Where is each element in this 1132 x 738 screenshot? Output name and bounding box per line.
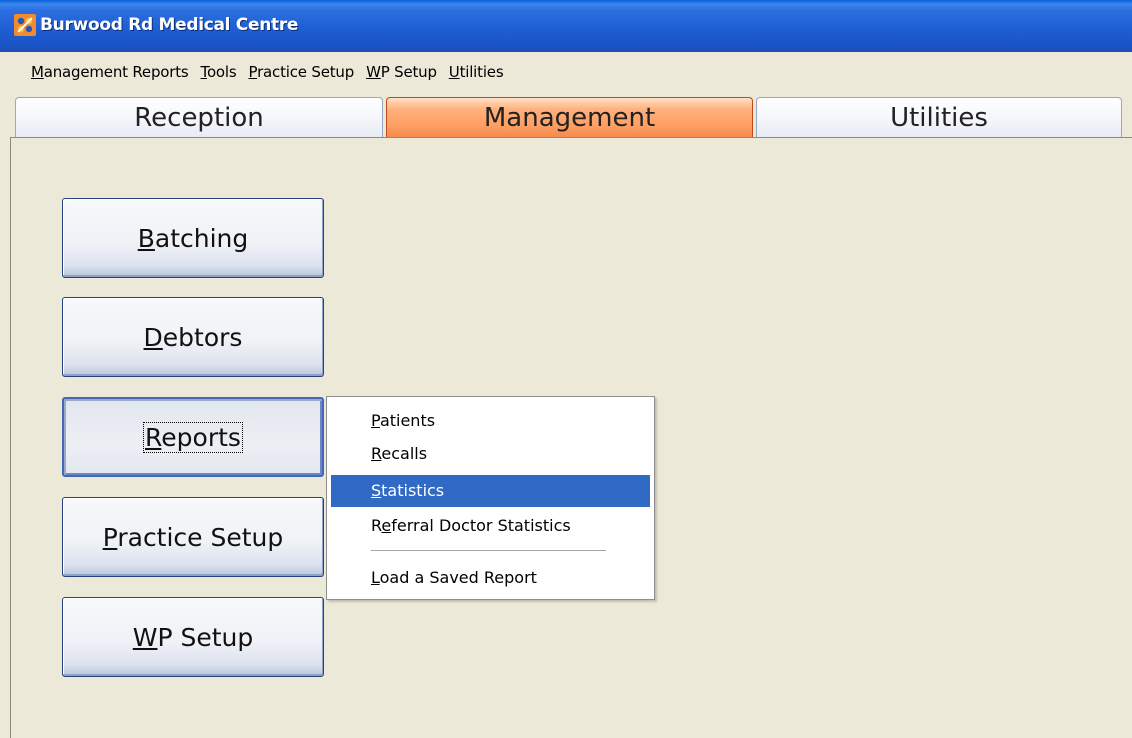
popup-item-recalls[interactable]: Recalls (331, 438, 650, 470)
tab-utilities[interactable]: Utilities (756, 97, 1122, 137)
popup-item-patients[interactable]: Patients (331, 405, 650, 437)
tab-reception[interactable]: Reception (15, 97, 383, 137)
title-bar[interactable]: Burwood Rd Medical Centre (0, 0, 1132, 52)
app-window: Burwood Rd Medical Centre Management Rep… (0, 0, 1132, 738)
popup-item-statistics[interactable]: Statistics (331, 475, 650, 507)
reports-button-label: Reports (143, 421, 243, 453)
reports-popup-menu: Patients Recalls Statistics Referral Doc… (326, 396, 655, 600)
reports-button[interactable]: Reports (62, 397, 324, 477)
debtors-button[interactable]: Debtors (62, 297, 324, 377)
menu-bar: Management Reports Tools Practice Setup … (0, 52, 1132, 92)
practice-setup-button-label: Practice Setup (102, 522, 284, 552)
batching-button-label: Batching (137, 223, 249, 253)
popup-separator (371, 550, 606, 551)
menu-management-reports[interactable]: Management Reports (25, 63, 195, 81)
tab-management-label: Management (483, 102, 656, 133)
tab-utilities-label: Utilities (890, 102, 988, 133)
tab-reception-label: Reception (134, 102, 264, 133)
wp-setup-button-label: WP Setup (132, 622, 254, 652)
batching-button[interactable]: Batching (62, 198, 324, 278)
tab-management[interactable]: Management (386, 97, 753, 137)
menu-tools[interactable]: Tools (195, 63, 243, 81)
menu-wp-setup[interactable]: WP Setup (360, 63, 443, 81)
popup-item-load-saved-report[interactable]: Load a Saved Report (331, 562, 650, 594)
popup-item-referral-doctor-statistics[interactable]: Referral Doctor Statistics (331, 510, 650, 542)
menu-practice-setup[interactable]: Practice Setup (243, 63, 361, 81)
menu-utilities[interactable]: Utilities (443, 63, 510, 81)
window-title: Burwood Rd Medical Centre (40, 15, 299, 35)
wp-setup-button[interactable]: WP Setup (62, 597, 324, 677)
debtors-button-label: Debtors (143, 322, 243, 352)
app-logo-icon (14, 14, 36, 36)
practice-setup-button[interactable]: Practice Setup (62, 497, 324, 577)
